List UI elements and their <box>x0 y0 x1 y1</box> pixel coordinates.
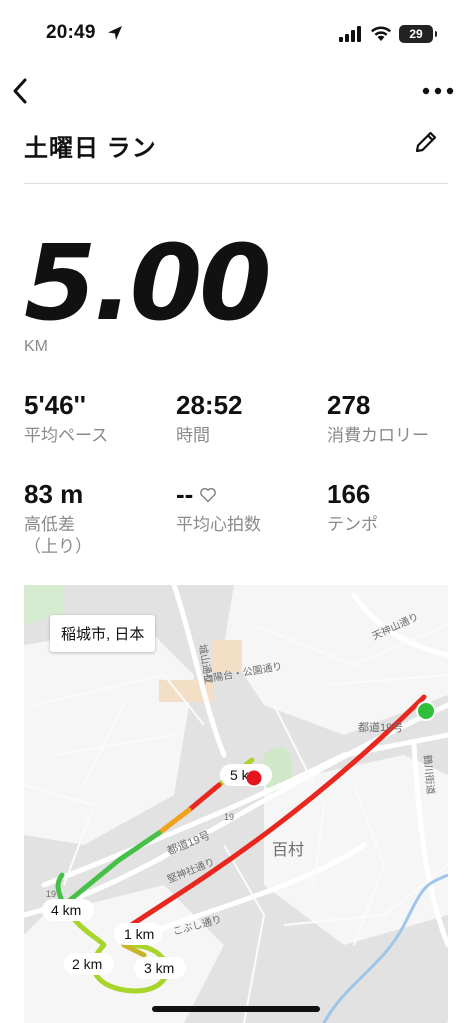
stat-cadence: 166 テンポ <box>327 479 378 536</box>
stat-value: 166 <box>327 479 371 509</box>
km-marker-4: 4 km <box>51 902 81 918</box>
km-marker-3: 3 km <box>144 960 174 976</box>
stat-avg-pace: 5'46'' 平均ペース <box>24 390 108 447</box>
stat-duration: 28:52 時間 <box>176 390 243 447</box>
home-indicator[interactable] <box>152 1006 320 1012</box>
location-arrow-icon <box>108 26 122 40</box>
cellular-signal-icon <box>339 26 361 42</box>
activity-title: 土曜日 ラン <box>24 135 157 162</box>
route-start-marker[interactable] <box>418 703 434 719</box>
stat-value: 5'46'' <box>24 390 86 420</box>
stat-label: 高低差 （上り） <box>24 515 92 556</box>
route-end-marker-top <box>246 770 262 786</box>
stat-label: 平均心拍数 <box>176 515 261 534</box>
nav-bar <box>0 64 472 118</box>
activity-title-row: 土曜日 ラン <box>24 124 448 184</box>
stat-label: 消費カロリー <box>327 426 429 445</box>
stat-label: テンポ <box>327 515 378 534</box>
distance-value: 5.00 <box>24 222 272 344</box>
stat-calories: 278 消費カロリー <box>327 390 429 447</box>
stat-avg-heart-rate: -- 平均心拍数 <box>176 479 261 536</box>
stat-value: -- <box>176 479 194 509</box>
map-road-label: 都道19号 <box>358 720 403 734</box>
battery-level: 29 <box>409 27 423 41</box>
stat-label: 時間 <box>176 426 210 445</box>
stat-value: 278 <box>327 390 371 420</box>
stat-value: 28:52 <box>176 390 243 420</box>
heart-outline-icon <box>200 487 217 502</box>
stat-label: 平均ペース <box>24 426 109 445</box>
wifi-icon <box>371 26 391 41</box>
stat-elevation-gain: 83 m 高低差 （上り） <box>24 479 92 558</box>
km-marker-2: 2 km <box>72 956 102 972</box>
map-route-shield: 19 <box>46 889 56 899</box>
edit-pencil-icon[interactable] <box>412 128 440 156</box>
back-chevron-icon[interactable] <box>8 76 32 106</box>
stat-value-row: -- <box>176 479 261 510</box>
status-bar: 20:49 29 <box>0 0 472 64</box>
more-options-icon[interactable] <box>420 78 456 104</box>
route-map[interactable]: 1 km 2 km 3 km 4 km 5 km 百村 都道19号 都道19号 … <box>24 585 448 1023</box>
distance-unit: KM <box>24 338 48 355</box>
map-location-label: 稲城市, 日本 <box>50 615 156 652</box>
map-area-shaded <box>212 640 242 672</box>
battery-indicator: 29 <box>399 25 437 43</box>
stat-value: 83 m <box>24 479 84 509</box>
map-route-shield: 19 <box>224 812 234 822</box>
map-place-label: 百村 <box>272 841 304 859</box>
km-marker-1: 1 km <box>124 926 154 942</box>
status-time: 20:49 <box>46 22 96 43</box>
